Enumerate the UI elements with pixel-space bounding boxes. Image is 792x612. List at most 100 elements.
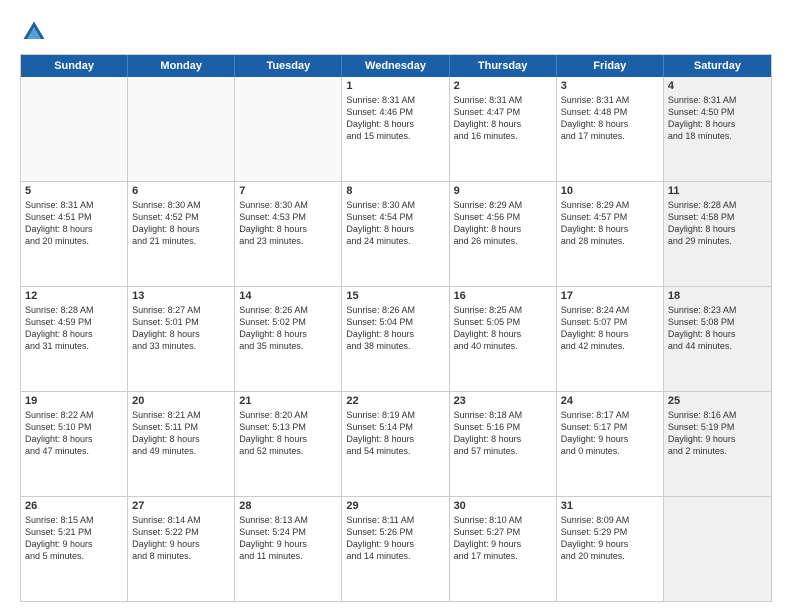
- day-number: 29: [346, 500, 444, 512]
- cell-info: Sunrise: 8:22 AMSunset: 5:10 PMDaylight:…: [25, 409, 123, 458]
- cell-info: Sunrise: 8:30 AMSunset: 4:54 PMDaylight:…: [346, 199, 444, 248]
- header-day-tuesday: Tuesday: [235, 55, 342, 77]
- cell-info: Sunrise: 8:09 AMSunset: 5:29 PMDaylight:…: [561, 514, 659, 563]
- header-day-thursday: Thursday: [450, 55, 557, 77]
- calendar-cell-w3-d3: 14 Sunrise: 8:26 AMSunset: 5:02 PMDayligh…: [235, 287, 342, 391]
- calendar-cell-w4-d1: 19 Sunrise: 8:22 AMSunset: 5:10 PMDayligh…: [21, 392, 128, 496]
- calendar-cell-w5-d5: 30 Sunrise: 8:10 AMSunset: 5:27 PMDayligh…: [450, 497, 557, 601]
- cell-info: Sunrise: 8:28 AMSunset: 4:58 PMDaylight:…: [668, 199, 767, 248]
- calendar-cell-w4-d5: 23 Sunrise: 8:18 AMSunset: 5:16 PMDayligh…: [450, 392, 557, 496]
- calendar-cell-w3-d4: 15Sunrise: 8:26 AMSunset: 5:04 PMDayligh…: [342, 287, 449, 391]
- calendar-cell-w5-d1: 26 Sunrise: 8:15 AMSunset: 5:21 PMDayligh…: [21, 497, 128, 601]
- calendar-cell-w5-d2: 27 Sunrise: 8:14 AMSunset: 5:22 PMDayligh…: [128, 497, 235, 601]
- calendar-cell-w1-d4: 1Sunrise: 8:31 AMSunset: 4:46 PMDaylight…: [342, 77, 449, 181]
- cell-info: Sunrise: 8:31 AMSunset: 4:51 PMDaylight:…: [25, 199, 123, 248]
- cell-info: Sunrise: 8:24 AMSunset: 5:07 PMDaylight:…: [561, 304, 659, 353]
- day-number: 24: [561, 395, 659, 407]
- cell-info: Sunrise: 8:30 AMSunset: 4:53 PMDaylight:…: [239, 199, 337, 248]
- calendar-cell-w1-d6: 3 Sunrise: 8:31 AMSunset: 4:48 PMDaylight…: [557, 77, 664, 181]
- week-row-3: 12 Sunrise: 8:28 AMSunset: 4:59 PMDayligh…: [21, 287, 771, 392]
- header-day-sunday: Sunday: [21, 55, 128, 77]
- cell-info: Sunrise: 8:21 AMSunset: 5:11 PMDaylight:…: [132, 409, 230, 458]
- calendar-cell-w1-d3: [235, 77, 342, 181]
- day-number: 11: [668, 185, 767, 197]
- calendar-cell-w1-d5: 2Sunrise: 8:31 AMSunset: 4:47 PMDaylight…: [450, 77, 557, 181]
- page: SundayMondayTuesdayWednesdayThursdayFrid…: [0, 0, 792, 612]
- header-day-friday: Friday: [557, 55, 664, 77]
- cell-info: Sunrise: 8:26 AMSunset: 5:02 PMDaylight:…: [239, 304, 337, 353]
- day-number: 13: [132, 290, 230, 302]
- calendar-cell-w4-d3: 21 Sunrise: 8:20 AMSunset: 5:13 PMDayligh…: [235, 392, 342, 496]
- day-number: 30: [454, 500, 552, 512]
- day-number: 9: [454, 185, 552, 197]
- calendar-cell-w1-d2: [128, 77, 235, 181]
- header-day-saturday: Saturday: [664, 55, 771, 77]
- cell-info: Sunrise: 8:18 AMSunset: 5:16 PMDaylight:…: [454, 409, 552, 458]
- calendar-cell-w2-d4: 8 Sunrise: 8:30 AMSunset: 4:54 PMDaylight…: [342, 182, 449, 286]
- day-number: 1: [346, 80, 444, 92]
- day-number: 5: [25, 185, 123, 197]
- cell-info: Sunrise: 8:10 AMSunset: 5:27 PMDaylight:…: [454, 514, 552, 563]
- cell-info: Sunrise: 8:20 AMSunset: 5:13 PMDaylight:…: [239, 409, 337, 458]
- day-number: 7: [239, 185, 337, 197]
- day-number: 18: [668, 290, 767, 302]
- day-number: 21: [239, 395, 337, 407]
- calendar-header: SundayMondayTuesdayWednesdayThursdayFrid…: [21, 55, 771, 77]
- calendar-cell-w1-d1: [21, 77, 128, 181]
- calendar-cell-w4-d6: 24Sunrise: 8:17 AMSunset: 5:17 PMDayligh…: [557, 392, 664, 496]
- cell-info: Sunrise: 8:28 AMSunset: 4:59 PMDaylight:…: [25, 304, 123, 353]
- day-number: 3: [561, 80, 659, 92]
- cell-info: Sunrise: 8:16 AMSunset: 5:19 PMDaylight:…: [668, 409, 767, 458]
- week-row-1: 1Sunrise: 8:31 AMSunset: 4:46 PMDaylight…: [21, 77, 771, 182]
- day-number: 14: [239, 290, 337, 302]
- calendar-cell-w2-d3: 7 Sunrise: 8:30 AMSunset: 4:53 PMDaylight…: [235, 182, 342, 286]
- day-number: 2: [454, 80, 552, 92]
- calendar-cell-w1-d7: 4Sunrise: 8:31 AMSunset: 4:50 PMDaylight…: [664, 77, 771, 181]
- calendar: SundayMondayTuesdayWednesdayThursdayFrid…: [20, 54, 772, 602]
- day-number: 19: [25, 395, 123, 407]
- calendar-cell-w5-d4: 29 Sunrise: 8:11 AMSunset: 5:26 PMDayligh…: [342, 497, 449, 601]
- week-row-4: 19 Sunrise: 8:22 AMSunset: 5:10 PMDayligh…: [21, 392, 771, 497]
- calendar-cell-w5-d3: 28 Sunrise: 8:13 AMSunset: 5:24 PMDayligh…: [235, 497, 342, 601]
- cell-info: Sunrise: 8:23 AMSunset: 5:08 PMDaylight:…: [668, 304, 767, 353]
- calendar-cell-w2-d2: 6Sunrise: 8:30 AMSunset: 4:52 PMDaylight…: [128, 182, 235, 286]
- day-number: 27: [132, 500, 230, 512]
- calendar-cell-w3-d5: 16Sunrise: 8:25 AMSunset: 5:05 PMDayligh…: [450, 287, 557, 391]
- logo-icon: [20, 18, 48, 46]
- calendar-cell-w2-d6: 10Sunrise: 8:29 AMSunset: 4:57 PMDayligh…: [557, 182, 664, 286]
- calendar-cell-w4-d7: 25Sunrise: 8:16 AMSunset: 5:19 PMDayligh…: [664, 392, 771, 496]
- cell-info: Sunrise: 8:13 AMSunset: 5:24 PMDaylight:…: [239, 514, 337, 563]
- calendar-cell-w4-d2: 20 Sunrise: 8:21 AMSunset: 5:11 PMDayligh…: [128, 392, 235, 496]
- cell-info: Sunrise: 8:31 AMSunset: 4:48 PMDaylight:…: [561, 94, 659, 143]
- header: [20, 18, 772, 46]
- cell-info: Sunrise: 8:19 AMSunset: 5:14 PMDaylight:…: [346, 409, 444, 458]
- calendar-cell-w3-d6: 17 Sunrise: 8:24 AMSunset: 5:07 PMDayligh…: [557, 287, 664, 391]
- day-number: 31: [561, 500, 659, 512]
- day-number: 8: [346, 185, 444, 197]
- cell-info: Sunrise: 8:27 AMSunset: 5:01 PMDaylight:…: [132, 304, 230, 353]
- day-number: 12: [25, 290, 123, 302]
- day-number: 28: [239, 500, 337, 512]
- day-number: 26: [25, 500, 123, 512]
- cell-info: Sunrise: 8:29 AMSunset: 4:57 PMDaylight:…: [561, 199, 659, 248]
- calendar-cell-w5-d6: 31 Sunrise: 8:09 AMSunset: 5:29 PMDayligh…: [557, 497, 664, 601]
- calendar-cell-w2-d1: 5 Sunrise: 8:31 AMSunset: 4:51 PMDaylight…: [21, 182, 128, 286]
- cell-info: Sunrise: 8:25 AMSunset: 5:05 PMDaylight:…: [454, 304, 552, 353]
- week-row-2: 5 Sunrise: 8:31 AMSunset: 4:51 PMDaylight…: [21, 182, 771, 287]
- calendar-cell-w4-d4: 22 Sunrise: 8:19 AMSunset: 5:14 PMDayligh…: [342, 392, 449, 496]
- day-number: 20: [132, 395, 230, 407]
- calendar-cell-w5-d7: [664, 497, 771, 601]
- header-day-monday: Monday: [128, 55, 235, 77]
- calendar-cell-w3-d2: 13 Sunrise: 8:27 AMSunset: 5:01 PMDayligh…: [128, 287, 235, 391]
- cell-info: Sunrise: 8:30 AMSunset: 4:52 PMDaylight:…: [132, 199, 230, 248]
- day-number: 23: [454, 395, 552, 407]
- cell-info: Sunrise: 8:15 AMSunset: 5:21 PMDaylight:…: [25, 514, 123, 563]
- calendar-cell-w3-d7: 18 Sunrise: 8:23 AMSunset: 5:08 PMDayligh…: [664, 287, 771, 391]
- day-number: 22: [346, 395, 444, 407]
- cell-info: Sunrise: 8:11 AMSunset: 5:26 PMDaylight:…: [346, 514, 444, 563]
- calendar-body: 1Sunrise: 8:31 AMSunset: 4:46 PMDaylight…: [21, 77, 771, 601]
- week-row-5: 26 Sunrise: 8:15 AMSunset: 5:21 PMDayligh…: [21, 497, 771, 601]
- calendar-cell-w2-d7: 11 Sunrise: 8:28 AMSunset: 4:58 PMDayligh…: [664, 182, 771, 286]
- cell-info: Sunrise: 8:14 AMSunset: 5:22 PMDaylight:…: [132, 514, 230, 563]
- day-number: 17: [561, 290, 659, 302]
